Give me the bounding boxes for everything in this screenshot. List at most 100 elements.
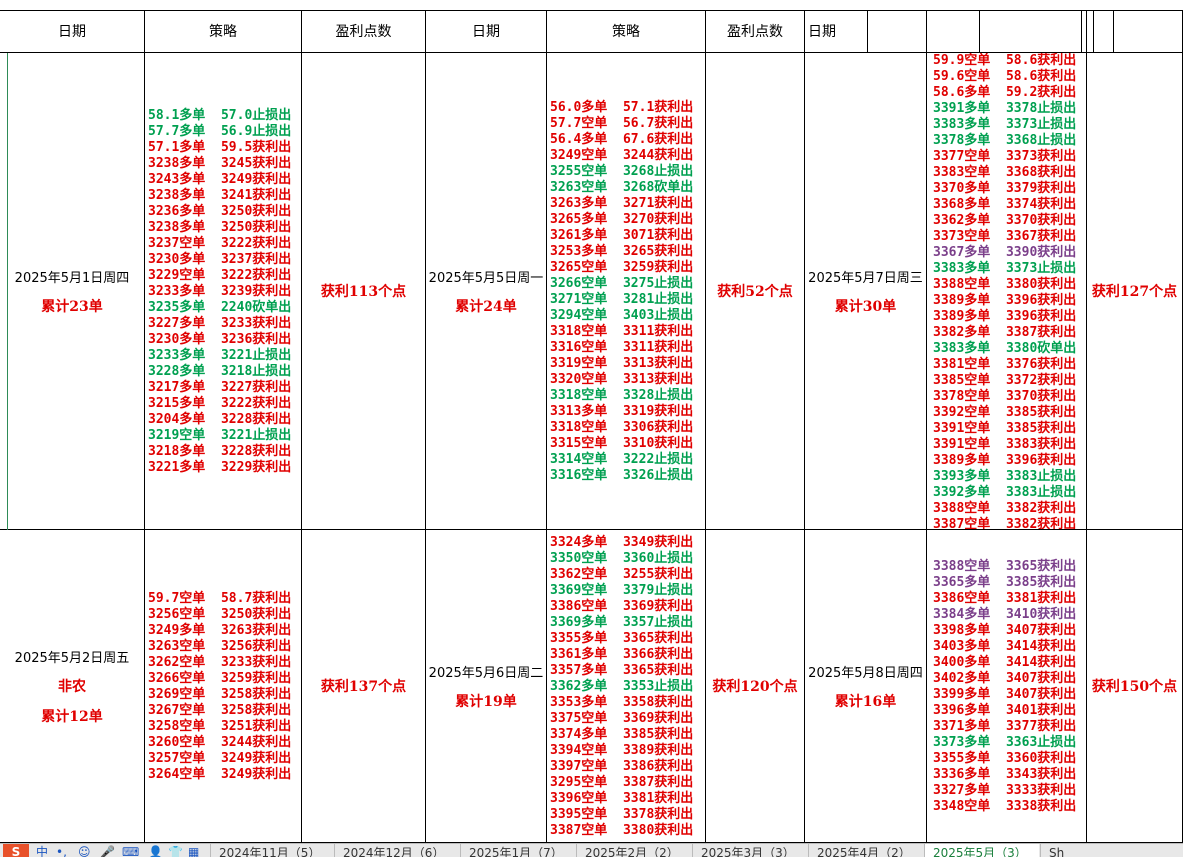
trade-line: 3266空单 3275止损出 [550, 276, 694, 291]
trade-count: 累计19单 [455, 693, 517, 710]
trade-line: 3264空单 3249获利出 [148, 767, 292, 782]
trade-line: 3218多单 3228获利出 [148, 444, 292, 459]
trade-line: 3263空单 3268砍单出 [550, 180, 694, 195]
trade-line: 3399多单 3407获利出 [933, 687, 1077, 702]
trade-line: 3389多单 3396获利出 [933, 293, 1077, 308]
sheet-tab[interactable]: 2024年11月（5） [210, 844, 333, 857]
strategy-cell[interactable]: 59.7空单 58.7获利出 3256空单 3250获利出 3249多单 3263获… [145, 530, 302, 843]
strategy-cell[interactable]: 3388空单 3365获利出 3365多单 3385获利出 3386空单 3381获… [927, 530, 1087, 843]
trade-line: 3387空单 3380获利出 [550, 823, 694, 838]
trade-line: 59.7空单 58.7获利出 [148, 591, 292, 606]
trade-line: 56.0多单 57.1获利出 [550, 100, 694, 115]
chinese-input-icon[interactable]: 中 [36, 844, 48, 857]
trade-line: 3369空单 3379止损出 [550, 583, 694, 598]
shirt-icon[interactable]: 👕 [168, 844, 183, 857]
strategy-cell[interactable]: 56.0多单 57.1获利出 57.7空单 56.7获利出 56.4多单 67.6获… [547, 53, 706, 530]
header-strategy-2[interactable]: 策略 [547, 10, 706, 53]
trade-line: 3397空单 3386获利出 [550, 759, 694, 774]
trade-line: 3318空单 3311获利出 [550, 324, 694, 339]
header-label: 盈利点数 [727, 24, 783, 40]
trade-line: 3336多单 3343获利出 [933, 767, 1077, 782]
user-icon[interactable]: 👤 [148, 844, 163, 857]
header-profit-2[interactable]: 盈利点数 [706, 10, 805, 53]
keyboard-icon[interactable]: ⌨ [122, 844, 139, 857]
date-cell[interactable]: 2025年5月1日周四 累计23单 [0, 53, 145, 530]
header-strategy-1[interactable]: 策略 [145, 10, 302, 53]
trade-line: 3243多单 3249获利出 [148, 172, 292, 187]
sheet-tab[interactable]: 2024年12月（6） [334, 844, 459, 857]
date-cell[interactable]: 2025年5月8日周四 累计16单 [805, 530, 927, 843]
trade-line: 58.6多单 59.2获利出 [933, 85, 1077, 100]
trade-line: 3393多单 3383止损出 [933, 469, 1077, 484]
trade-line: 3362多单 3353止损出 [550, 679, 694, 694]
sheet-tab[interactable]: 2025年3月（3） [692, 844, 807, 857]
trade-line: 3392多单 3383止损出 [933, 485, 1077, 500]
date-cell[interactable]: 2025年5月5日周一 累计24单 [426, 53, 547, 530]
strategy-cell[interactable]: 59.9空单 58.6获利出 59.6空单 58.6获利出 58.6多单 59.2获… [927, 53, 1087, 530]
strategy-cell[interactable]: 3324多单 3349获利出 3350空单 3360止损出 3362空单 3255获… [547, 530, 706, 843]
trade-line: 3256空单 3250获利出 [148, 607, 292, 622]
profit-text: 获利113个点 [320, 284, 407, 300]
header-date-1[interactable]: 日期 [0, 10, 145, 53]
trade-line: 3383多单 3373止损出 [933, 261, 1077, 276]
profit-text: 获利120个点 [712, 679, 798, 695]
trade-line: 3395空单 3378获利出 [550, 807, 694, 822]
trade-line: 3227多单 3233获利出 [148, 316, 292, 331]
trade-line: 3320空单 3313获利出 [550, 372, 694, 387]
trade-line: 3398多单 3407获利出 [933, 623, 1077, 638]
trade-line: 3371多单 3377获利出 [933, 719, 1077, 734]
trade-line: 3391空单 3385获利出 [933, 421, 1077, 436]
strategy-cell[interactable]: 58.1多单 57.0止损出 57.7多单 56.9止损出 57.1多单 59.5获… [145, 53, 302, 530]
trade-line: 3219空单 3221止损出 [148, 428, 292, 443]
trade-line: 3319空单 3313获利出 [550, 356, 694, 371]
sheet-tab[interactable]: Sh [1040, 844, 1089, 857]
header-profit-1[interactable]: 盈利点数 [302, 10, 426, 53]
date-text: 2025年5月1日周四 [14, 270, 130, 286]
trade-line: 3258空单 3251获利出 [148, 719, 292, 734]
trade-line: 3236多单 3250获利出 [148, 204, 292, 219]
trade-line: 3327多单 3333获利出 [933, 783, 1077, 798]
trade-line: 3257空单 3249获利出 [148, 751, 292, 766]
strategy-lines: 3388空单 3365获利出 3365多单 3385获利出 3386空单 3381获… [933, 559, 1086, 842]
trade-line: 3237空单 3222获利出 [148, 236, 292, 251]
trade-line: 3377空单 3373获利出 [933, 149, 1077, 164]
header-profit-3[interactable] [1087, 10, 1183, 53]
trade-line: 3294空单 3403止损出 [550, 308, 694, 323]
header-strategy-3[interactable] [927, 10, 1087, 53]
date-cell[interactable]: 2025年5月2日周五 非农 累计12单 [0, 530, 145, 843]
sheet-tab[interactable]: 2025年4月（2） [808, 844, 923, 857]
punctuation-icon[interactable]: •, [56, 844, 67, 857]
date-cell[interactable]: 2025年5月6日周二 累计19单 [426, 530, 547, 843]
sheet-tab[interactable]: 2025年1月（7） [460, 844, 575, 857]
trade-line: 3255空单 3268止损出 [550, 164, 694, 179]
trade-line: 3389多单 3396获利出 [933, 309, 1077, 324]
header-date-3[interactable]: 日期 [805, 10, 927, 53]
trade-line: 3215多单 3222获利出 [148, 396, 292, 411]
header-label: 日期 [472, 24, 500, 40]
date-cell[interactable]: 2025年5月7日周三 累计30单 [805, 53, 927, 530]
header-date-2[interactable]: 日期 [426, 10, 547, 53]
trade-line: 3314空单 3222止损出 [550, 452, 694, 467]
profit-cell[interactable]: 获利113个点 [302, 53, 426, 530]
profit-cell[interactable]: 获利137个点 [302, 530, 426, 843]
sogou-s-icon[interactable]: S [3, 844, 29, 857]
trade-line: 3400多单 3414获利出 [933, 655, 1077, 670]
trade-line: 3362空单 3255获利出 [550, 567, 694, 582]
sheet-tab[interactable]: 2025年2月（2） [576, 844, 691, 857]
emoji-icon[interactable]: ☺ [78, 844, 91, 857]
profit-cell[interactable]: 获利127个点 [1087, 53, 1183, 530]
profit-cell[interactable]: 获利120个点 [706, 530, 805, 843]
microphone-icon[interactable]: 🎤 [100, 844, 115, 857]
strategy-lines: 56.0多单 57.1获利出 57.7空单 56.7获利出 56.4多单 67.6获… [550, 100, 705, 529]
trade-line: 3381空单 3376获利出 [933, 357, 1077, 372]
trade-line: 3249多单 3263获利出 [148, 623, 292, 638]
sheet-tab[interactable]: 2025年5月（3） [924, 844, 1039, 857]
grid-icon[interactable]: ▦ [188, 844, 199, 857]
trade-line: 3217多单 3227获利出 [148, 380, 292, 395]
profit-cell[interactable]: 获利150个点 [1087, 530, 1183, 843]
strategy-lines: 59.7空单 58.7获利出 3256空单 3250获利出 3249多单 3263获… [148, 591, 301, 842]
trade-line: 3388空单 3365获利出 [933, 559, 1077, 574]
date-text: 2025年5月5日周一 [428, 270, 544, 286]
profit-cell[interactable]: 获利52个点 [706, 53, 805, 530]
trade-line: 3375空单 3369获利出 [550, 711, 694, 726]
